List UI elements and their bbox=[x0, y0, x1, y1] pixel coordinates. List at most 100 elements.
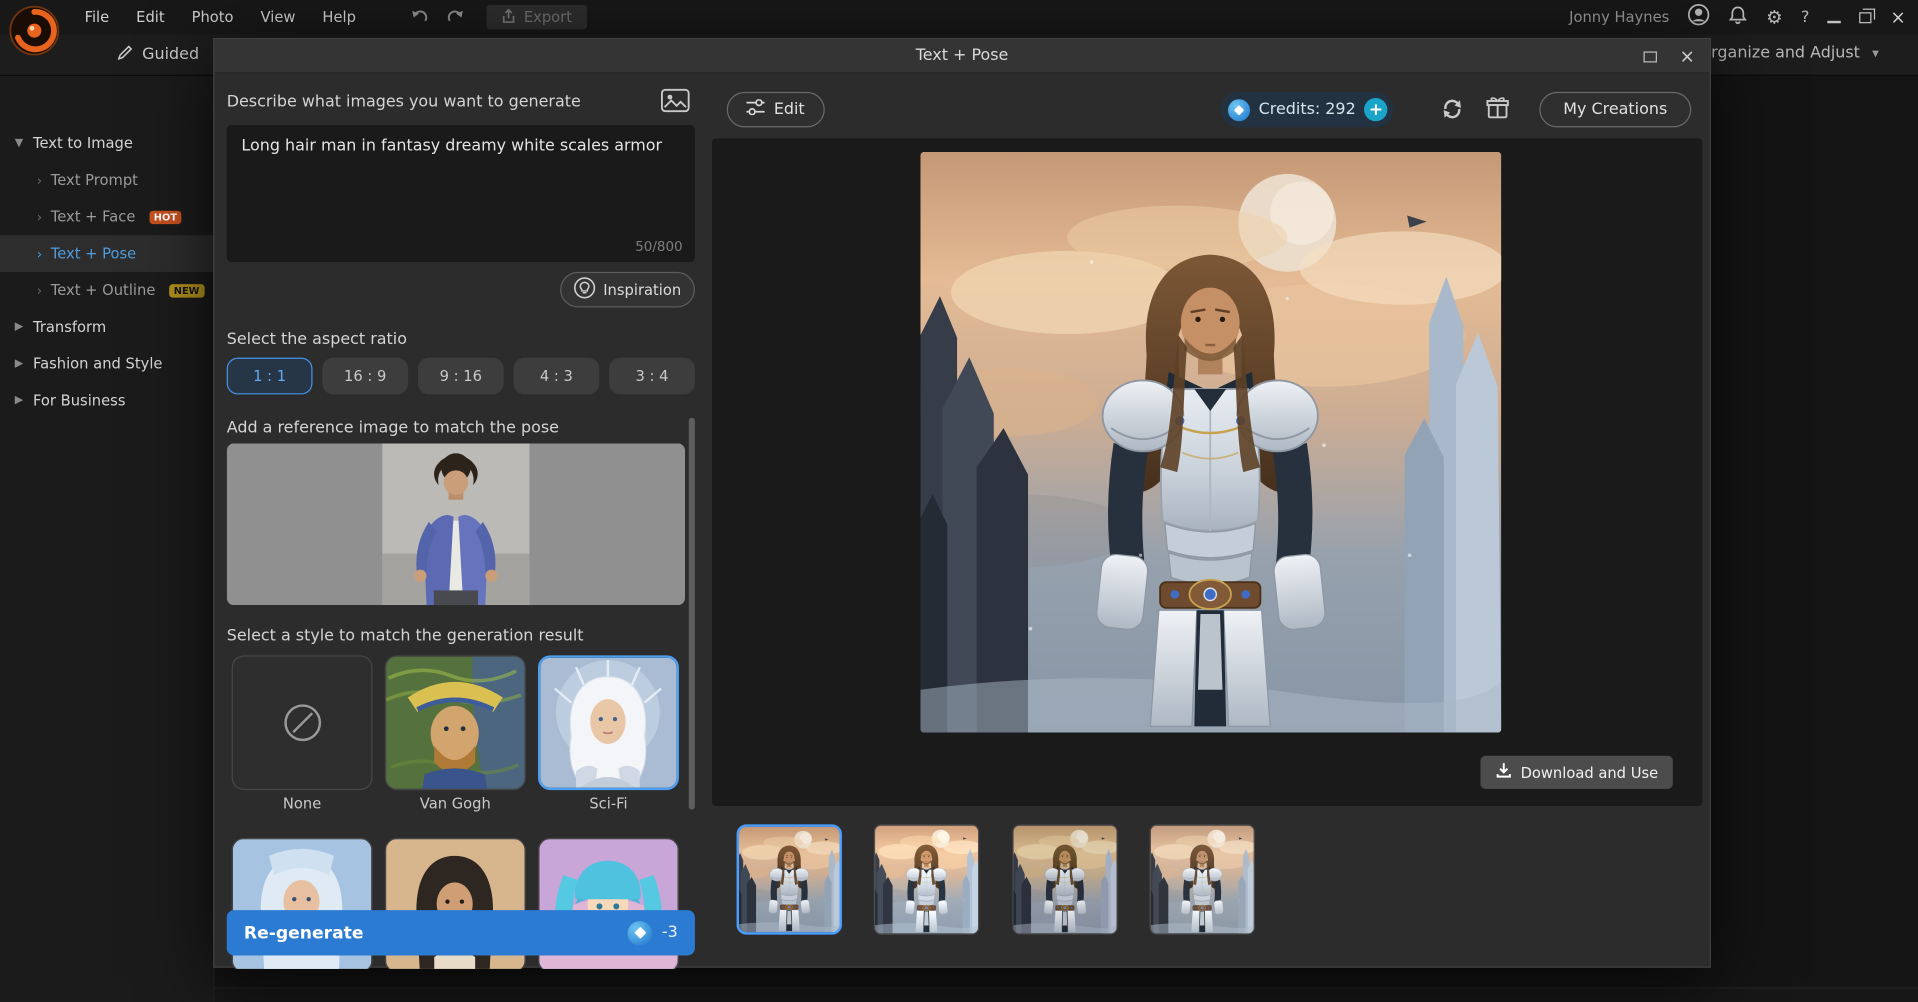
organize-adjust-label: Organize and Adjust bbox=[1699, 44, 1860, 62]
regenerate-label: Re-generate bbox=[244, 923, 364, 943]
edit-label: Edit bbox=[774, 100, 805, 118]
sidebar-section-text-to-image[interactable]: ▼ Text to Image bbox=[0, 125, 213, 162]
chevron-right-icon: › bbox=[37, 209, 42, 225]
prompt-input[interactable]: Long hair man in fantasy dreamy white sc… bbox=[227, 125, 695, 262]
aspect-4-3[interactable]: 4 : 3 bbox=[514, 358, 600, 395]
settings-gear-icon[interactable]: ⚙ bbox=[1766, 6, 1782, 28]
style-card-none[interactable] bbox=[232, 655, 373, 790]
generated-image bbox=[920, 152, 1501, 733]
sliders-icon bbox=[747, 99, 765, 120]
export-button[interactable]: Export bbox=[487, 5, 587, 29]
aspect-3-4[interactable]: 3 : 4 bbox=[609, 358, 695, 395]
sidebar: ▼ Text to Image › Text Prompt › Text + F… bbox=[0, 76, 214, 1002]
minimize-button[interactable] bbox=[1828, 20, 1841, 22]
user-name: Jonny Haynes bbox=[1569, 9, 1669, 26]
notifications-bell-icon[interactable] bbox=[1728, 5, 1748, 29]
refresh-icon[interactable] bbox=[1440, 97, 1465, 126]
sidebar-item-text-face[interactable]: › Text + Face HOT bbox=[0, 198, 213, 235]
credits-pill[interactable]: Credits: 292 + bbox=[1221, 92, 1394, 128]
restore-window-button[interactable] bbox=[1860, 12, 1872, 23]
add-image-icon[interactable] bbox=[661, 88, 690, 117]
sidebar-item-text-outline[interactable]: › Text + Outline NEW bbox=[0, 272, 213, 309]
user-avatar-icon[interactable] bbox=[1688, 4, 1710, 31]
menu-file[interactable]: File bbox=[71, 0, 123, 34]
aspect-16-9[interactable]: 16 : 9 bbox=[322, 358, 408, 395]
generation-settings-panel: Describe what images you want to generat… bbox=[214, 73, 704, 968]
menu-edit[interactable]: Edit bbox=[123, 0, 178, 34]
download-label: Download and Use bbox=[1521, 764, 1659, 781]
guided-label: Guided bbox=[142, 45, 199, 63]
aspect-section-label: Select the aspect ratio bbox=[227, 331, 407, 349]
download-and-use-button[interactable]: Download and Use bbox=[1480, 756, 1673, 789]
result-thumbnail-1[interactable] bbox=[737, 824, 842, 934]
style-label-none: None bbox=[232, 795, 373, 812]
result-thumbnail-3[interactable] bbox=[1012, 824, 1117, 934]
help-icon[interactable]: ? bbox=[1801, 8, 1809, 26]
credits-diamond-icon bbox=[1228, 99, 1250, 121]
item-label: Text + Face bbox=[51, 208, 136, 225]
pose-reference-image[interactable] bbox=[227, 443, 685, 605]
export-label: Export bbox=[524, 9, 572, 26]
none-style-icon bbox=[284, 704, 321, 741]
add-credits-button[interactable]: + bbox=[1364, 98, 1387, 121]
result-thumbnail-4[interactable] bbox=[1150, 824, 1255, 934]
app-logo bbox=[9, 5, 60, 56]
item-label: Text Prompt bbox=[51, 171, 138, 188]
new-badge: NEW bbox=[169, 284, 205, 297]
sidebar-section-for-business[interactable]: ▶ For Business bbox=[0, 382, 213, 419]
result-thumbnail-2[interactable] bbox=[874, 824, 979, 934]
app-menubar: File Edit Photo View Help Export Jonny H… bbox=[0, 0, 1918, 34]
prompt-input-wrap: Long hair man in fantasy dreamy white sc… bbox=[227, 125, 695, 262]
dialog-close-button[interactable]: × bbox=[1680, 45, 1695, 67]
section-label: Transform bbox=[33, 318, 106, 335]
dialog-maximize-button[interactable] bbox=[1644, 51, 1657, 62]
triangle-right-icon: ▶ bbox=[15, 394, 23, 406]
style-section-label: Select a style to match the generation r… bbox=[227, 627, 584, 645]
guided-mode-button[interactable]: Guided bbox=[116, 43, 199, 65]
menu-photo[interactable]: Photo bbox=[178, 0, 247, 34]
panel-scrollbar[interactable] bbox=[689, 418, 695, 810]
style-label-van-gogh: Van Gogh bbox=[385, 795, 526, 812]
sidebar-item-text-prompt[interactable]: › Text Prompt bbox=[0, 162, 213, 199]
aspect-9-16[interactable]: 9 : 16 bbox=[418, 358, 504, 395]
undo-icon[interactable] bbox=[411, 6, 429, 29]
dialog-title: Text + Pose bbox=[916, 47, 1009, 65]
credits-diamond-icon bbox=[628, 921, 653, 945]
gift-icon[interactable] bbox=[1485, 96, 1510, 125]
menu-view[interactable]: View bbox=[247, 0, 309, 34]
preview-zone: Download and Use bbox=[712, 138, 1702, 806]
style-card-sci-fi[interactable] bbox=[538, 655, 679, 790]
regenerate-button[interactable]: Re-generate -3 bbox=[227, 910, 695, 955]
triangle-right-icon: ▶ bbox=[15, 358, 23, 370]
lightbulb-icon bbox=[574, 277, 596, 303]
section-label: Text to Image bbox=[33, 135, 133, 152]
aspect-ratio-row: 1 : 1 16 : 9 9 : 16 4 : 3 3 : 4 bbox=[227, 358, 695, 395]
dialog-titlebar: Text + Pose × bbox=[214, 39, 1709, 73]
pose-section-label: Add a reference image to match the pose bbox=[227, 419, 559, 437]
text-pose-dialog: Text + Pose × Describe what images you w… bbox=[213, 38, 1711, 968]
aspect-1-1[interactable]: 1 : 1 bbox=[227, 358, 313, 395]
sidebar-section-fashion-style[interactable]: ▶ Fashion and Style bbox=[0, 345, 213, 382]
triangle-right-icon: ▶ bbox=[15, 321, 23, 333]
close-window-button[interactable]: × bbox=[1890, 8, 1905, 26]
my-creations-button[interactable]: My Creations bbox=[1539, 92, 1691, 128]
organize-adjust-dropdown[interactable]: Organize and Adjust ▾ bbox=[1699, 44, 1879, 62]
style-card-van-gogh[interactable] bbox=[385, 655, 526, 790]
credits-balance: Credits: 292 bbox=[1259, 100, 1356, 118]
edit-button[interactable]: Edit bbox=[727, 92, 825, 128]
section-label: Fashion and Style bbox=[33, 355, 162, 372]
inspiration-label: Inspiration bbox=[603, 281, 681, 298]
item-label: Text + Outline bbox=[51, 282, 156, 299]
prompt-section-label: Describe what images you want to generat… bbox=[227, 93, 581, 111]
sidebar-section-transform[interactable]: ▶ Transform bbox=[0, 309, 213, 346]
my-creations-label: My Creations bbox=[1563, 100, 1667, 118]
chevron-right-icon: › bbox=[37, 172, 42, 188]
triangle-down-icon: ▼ bbox=[15, 137, 23, 149]
item-label: Text + Pose bbox=[51, 245, 136, 262]
regenerate-cost: -3 bbox=[662, 924, 678, 942]
style-label-sci-fi: Sci-Fi bbox=[538, 795, 679, 812]
redo-icon[interactable] bbox=[447, 6, 465, 29]
menu-help[interactable]: Help bbox=[309, 0, 369, 34]
inspiration-button[interactable]: Inspiration bbox=[560, 272, 695, 308]
sidebar-item-text-pose[interactable]: › Text + Pose bbox=[0, 235, 213, 272]
